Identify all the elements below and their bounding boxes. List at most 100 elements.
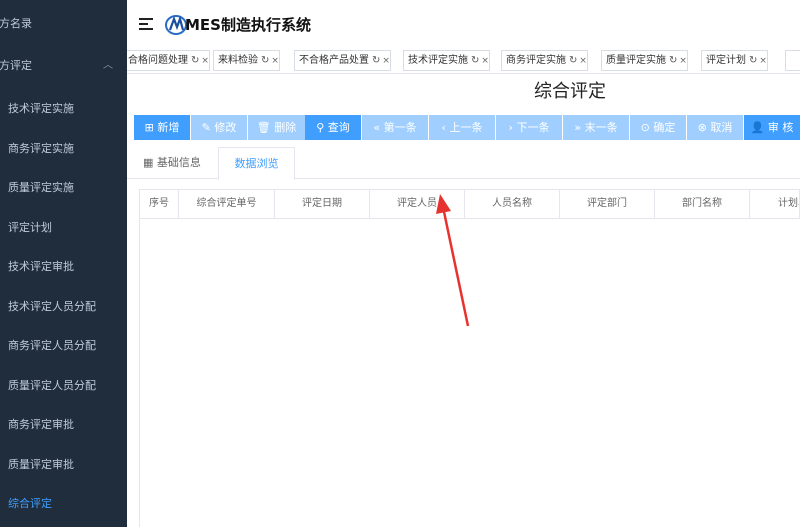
search-icon: ⚲ <box>316 121 325 134</box>
refresh-icon[interactable]: ↻ <box>471 55 479 66</box>
calendar-icon: ▦ <box>143 156 154 169</box>
sidebar-group-label: 供方名录 <box>0 17 32 30</box>
cancel-button[interactable]: ⊗ 取消 <box>687 115 743 140</box>
sidebar-item-quality-eval-approval[interactable]: 质量评定审批 <box>0 445 127 484</box>
next-record-button[interactable]: › 下一条 <box>496 115 562 140</box>
sidebar-item-tech-eval-approval[interactable]: 技术评定审批 <box>0 247 127 286</box>
sidebar-item-label: 质量评定实施 <box>8 181 74 194</box>
tab-label: 技术评定实施 <box>408 55 468 66</box>
sidebar-item-tech-eval-implement[interactable]: 技术评定实施 <box>0 89 127 128</box>
tab-data-browse[interactable]: 数据浏览 <box>218 147 295 180</box>
column-header[interactable]: 序号 <box>140 190 179 218</box>
sidebar-group-label: 供方评定 <box>0 59 32 72</box>
column-header[interactable]: 评定部门 <box>560 190 655 218</box>
button-label: 删除 <box>274 121 297 134</box>
content-tabs: ▦ 基础信息 数据浏览 <box>127 147 800 180</box>
sidebar-item-label: 商务评定实施 <box>8 142 74 155</box>
tab-tech-eval-implement[interactable]: 技术评定实施 ↻ × <box>403 50 490 71</box>
tab-quality-eval-implement[interactable]: 质量评定实施 ↻ × <box>601 50 688 71</box>
button-label: 第一条 <box>383 121 417 134</box>
tab-nonconforming-issue[interactable]: 合格问题处理 ↻ × <box>127 50 210 71</box>
button-label: 末一条 <box>584 121 618 134</box>
tab-label: 合格问题处理 <box>128 55 188 66</box>
audit-button[interactable]: 👤 审 核 <box>744 115 800 140</box>
sidebar-item-label: 商务评定人员分配 <box>8 339 96 352</box>
button-label: 下一条 <box>516 121 550 134</box>
refresh-icon[interactable]: ↻ <box>191 55 199 66</box>
edit-button[interactable]: ✎ 修改 <box>191 115 247 140</box>
first-record-button[interactable]: « 第一条 <box>362 115 428 140</box>
button-label: 取消 <box>710 121 733 134</box>
prev-record-button[interactable]: ‹ 上一条 <box>429 115 495 140</box>
plus-square-icon: ⊞ <box>144 121 154 134</box>
close-circle-icon: ⊗ <box>697 121 707 134</box>
sidebar-group-supplier-evaluation[interactable]: 供方评定 ︿ <box>0 46 127 85</box>
close-icon[interactable]: × <box>201 56 209 66</box>
refresh-icon[interactable]: ↻ <box>372 55 380 66</box>
column-header[interactable]: 评定人员 <box>370 190 465 218</box>
mes-logo-icon <box>165 15 187 35</box>
right-icon: › <box>508 121 513 134</box>
check-circle-icon: ⊙ <box>640 121 650 134</box>
page-title: 综合评定 <box>534 81 606 102</box>
sidebar-item-label: 技术评定审批 <box>8 260 74 273</box>
tags-view-bar: 合格问题处理 ↻ × 来料检验 ↻ × 不合格产品处置 ↻ × 技术评定实施 ↻ × 商务评定实… <box>127 48 800 74</box>
sidebar-item-business-eval-assign[interactable]: 商务评定人员分配 <box>0 326 127 365</box>
column-header[interactable]: 部门名称 <box>655 190 750 218</box>
top-navbar: MES制造执行系统 <box>127 0 800 50</box>
button-label: 审 核 <box>767 121 794 134</box>
sidebar-item-business-eval-approval[interactable]: 商务评定审批 <box>0 405 127 444</box>
sidebar-item-tech-eval-assign[interactable]: 技术评定人员分配 <box>0 287 127 326</box>
tab-label: 商务评定实施 <box>506 55 566 66</box>
column-header[interactable]: 人员名称 <box>465 190 560 218</box>
tab-basic-info[interactable]: ▦ 基础信息 <box>143 147 227 179</box>
left-icon: ‹ <box>441 121 446 134</box>
sidebar-item-label: 技术评定实施 <box>8 102 74 115</box>
user-icon: 👤 <box>750 121 765 134</box>
subtab-label: 基础信息 <box>156 156 201 169</box>
close-icon[interactable]: × <box>579 56 587 66</box>
refresh-icon[interactable]: ↻ <box>261 55 269 66</box>
close-icon[interactable]: × <box>759 56 767 66</box>
chevron-up-icon: ︿ <box>103 60 113 71</box>
tab-label: 不合格产品处置 <box>299 55 369 66</box>
tab-eval-plan[interactable]: 评定计划 ↻ × <box>701 50 768 71</box>
hamburger-icon[interactable] <box>139 18 153 30</box>
column-header[interactable]: 评定日期 <box>275 190 370 218</box>
tab-nonconforming-product[interactable]: 不合格产品处置 ↻ × <box>294 50 391 71</box>
button-label: 确定 <box>653 121 676 134</box>
sidebar-item-label: 质量评定人员分配 <box>8 379 96 392</box>
last-record-button[interactable]: » 末一条 <box>563 115 629 140</box>
tab-overflow[interactable] <box>785 50 800 71</box>
refresh-icon[interactable]: ↻ <box>669 55 677 66</box>
sidebar-item-comprehensive-eval[interactable]: 综合评定 <box>0 484 127 523</box>
sidebar-item-eval-plan[interactable]: 评定计划 <box>0 208 127 247</box>
close-icon[interactable]: × <box>271 56 279 66</box>
tab-label: 质量评定实施 <box>606 55 666 66</box>
refresh-icon[interactable]: ↻ <box>749 55 757 66</box>
search-button[interactable]: ⚲ 查询 <box>305 115 361 140</box>
add-button[interactable]: ⊞ 新增 <box>134 115 190 140</box>
delete-button[interactable]: 🗑 删除 <box>248 115 305 140</box>
sidebar-item-quality-eval-assign[interactable]: 质量评定人员分配 <box>0 366 127 405</box>
close-icon[interactable]: × <box>679 56 687 66</box>
tab-business-eval-implement[interactable]: 商务评定实施 ↻ × <box>501 50 588 71</box>
data-grid-header: 序号 综合评定单号 评定日期 评定人员 人员名称 评定部门 部门名称 计划单号 <box>139 189 800 219</box>
trash-icon: 🗑 <box>256 121 271 134</box>
sidebar-item-quality-eval-implement[interactable]: 质量评定实施 <box>0 168 127 207</box>
close-icon[interactable]: × <box>382 56 390 66</box>
refresh-icon[interactable]: ↻ <box>569 55 577 66</box>
confirm-button[interactable]: ⊙ 确定 <box>630 115 686 140</box>
tab-incoming-inspection[interactable]: 来料检验 ↻ × <box>213 50 280 71</box>
sidebar-item-label: 质量评定审批 <box>8 458 74 471</box>
edit-icon: ✎ <box>201 121 211 134</box>
button-label: 查询 <box>327 121 350 134</box>
close-icon[interactable]: × <box>481 56 489 66</box>
sidebar-item-business-eval-implement[interactable]: 商务评定实施 <box>0 129 127 168</box>
column-header[interactable]: 综合评定单号 <box>179 190 275 218</box>
sidebar-group-supplier-list[interactable]: 供方名录 <box>0 4 127 43</box>
main-area: MES制造执行系统 合格问题处理 ↻ × 来料检验 ↻ × 不合格产品处置 ↻ × 技术评定… <box>127 0 800 527</box>
double-left-icon: « <box>373 121 381 134</box>
column-header[interactable]: 计划单号 <box>750 190 799 218</box>
tab-label: 来料检验 <box>218 55 258 66</box>
